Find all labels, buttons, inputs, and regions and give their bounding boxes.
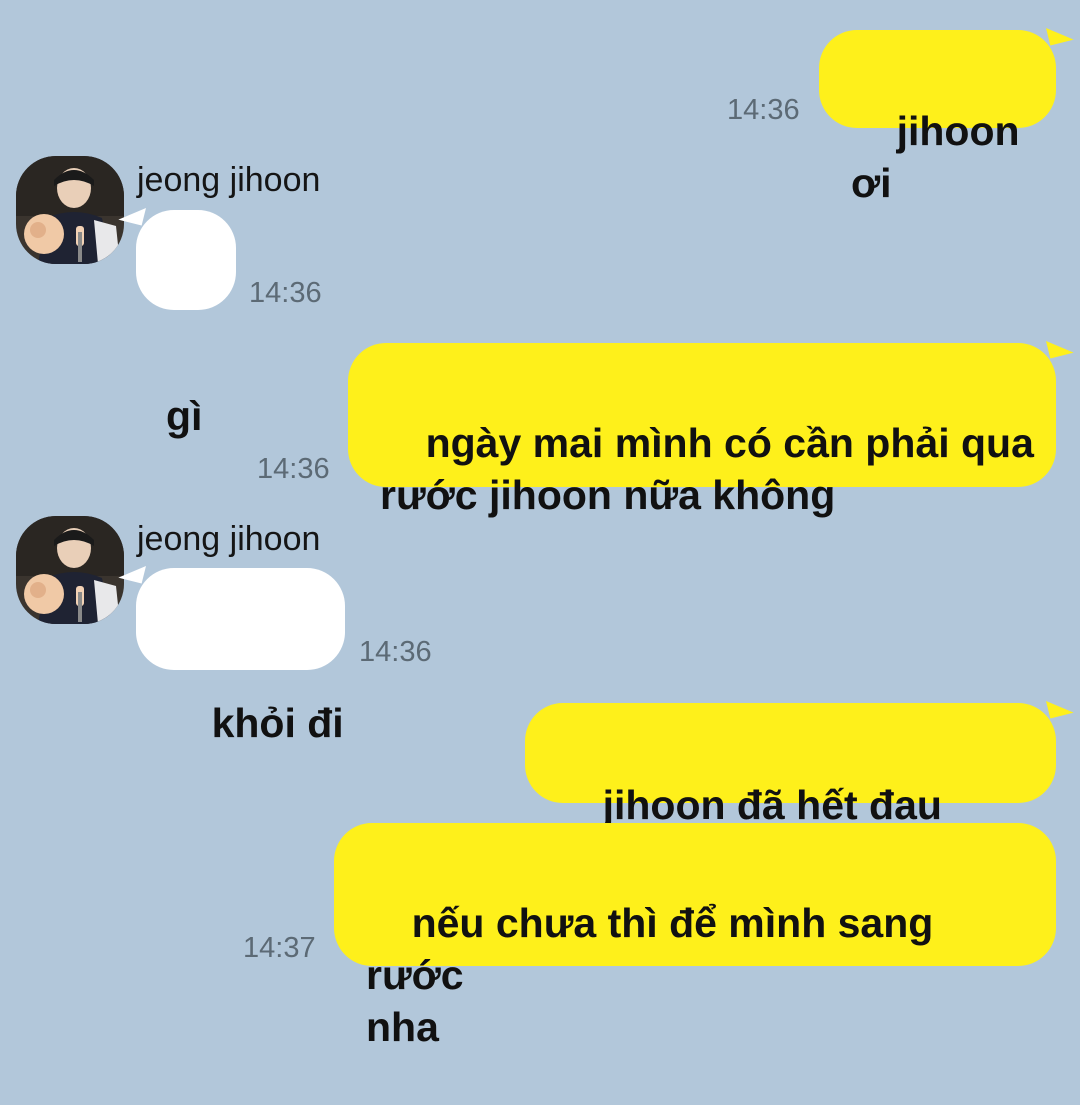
- message-text: nếu chưa thì để mình sang rước nha: [366, 900, 934, 1050]
- sender-name: jeong jihoon: [137, 520, 321, 558]
- my-message-bubble[interactable]: ngày mai mình có cần phải qua rước jihoo…: [348, 343, 1056, 518]
- message-text: khỏi đi: [211, 700, 344, 746]
- chat-area[interactable]: jihoon ơi 14:36 jeong jihoon gì 14:36 ng…: [0, 0, 1080, 1050]
- message-timestamp: 14:36: [257, 453, 330, 485]
- my-message-bubble[interactable]: jihoon đã hết đau chưa: [525, 703, 1056, 880]
- their-message-bubble[interactable]: khỏi đi: [136, 568, 345, 746]
- my-message-bubble[interactable]: jihoon ơi: [819, 30, 1056, 206]
- message-timestamp: 14:36: [727, 94, 800, 126]
- sender-name: jeong jihoon: [137, 161, 321, 199]
- message-timestamp: 14:36: [249, 277, 322, 309]
- message-text: gì: [166, 393, 203, 439]
- their-message-bubble[interactable]: gì: [136, 210, 236, 439]
- message-timestamp: 14:37: [243, 932, 316, 964]
- profile-photo-icon: [16, 156, 124, 264]
- message-text: ngày mai mình có cần phải qua rước jihoo…: [380, 420, 1034, 518]
- profile-photo-icon: [16, 516, 124, 624]
- message-text: jihoon ơi: [851, 108, 1031, 206]
- my-message-bubble[interactable]: nếu chưa thì để mình sang rước nha: [334, 823, 1056, 1050]
- message-timestamp: 14:36: [359, 636, 432, 668]
- avatar[interactable]: [16, 516, 124, 624]
- avatar[interactable]: [16, 156, 124, 264]
